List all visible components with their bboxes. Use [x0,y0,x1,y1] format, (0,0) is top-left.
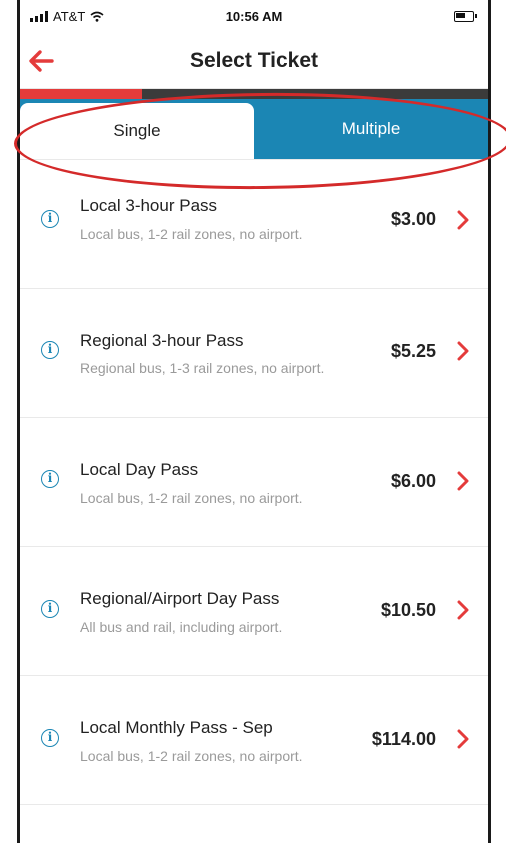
ticket-price: $114.00 [371,729,436,749]
ticket-item-local-3-hour[interactable]: i Local 3-hour Pass Local bus, 1-2 rail … [20,160,488,289]
ticket-item-regional-airport-day[interactable]: i Regional/Airport Day Pass All bus and … [20,547,488,676]
ticket-name: Local Day Pass [80,460,199,479]
info-icon[interactable]: i [41,341,59,359]
phone-frame: AT&T 10:56 AM Select Ticket Single Multi… [17,0,491,843]
ticket-description: Local bus, 1-2 rail zones, no airport. [80,226,303,242]
battery-icon [454,11,477,22]
ticket-description: Regional bus, 1-3 rail zones, no airport… [80,360,325,376]
ticket-name: Regional 3-hour Pass [80,331,244,350]
ticket-name: Regional/Airport Day Pass [80,589,280,608]
status-time: 10:56 AM [225,9,283,24]
ticket-item-regional-3-hour[interactable]: i Regional 3-hour Pass Regional bus, 1-3… [20,289,488,418]
ticket-description: All bus and rail, including airport. [80,619,283,635]
ticket-item-local-monthly[interactable]: i Local Monthly Pass - Sep Local bus, 1-… [20,676,488,805]
ticket-price: $10.50 [380,600,436,620]
chevron-right-icon [457,341,469,361]
chevron-right-icon [457,210,469,230]
info-icon[interactable]: i [41,210,59,228]
ticket-name: Local Monthly Pass - Sep [80,718,273,737]
progress-bar [20,89,488,99]
ticket-price: $5.25 [390,341,436,361]
ticket-description: Local bus, 1-2 rail zones, no airport. [80,748,303,764]
tab-single[interactable]: Single [20,103,254,159]
ticket-list: i Local 3-hour Pass Local bus, 1-2 rail … [20,159,488,805]
ticket-type-tabs: Single Multiple [20,99,488,159]
info-icon[interactable]: i [41,729,59,747]
info-icon[interactable]: i [41,470,59,488]
info-icon[interactable]: i [41,600,59,618]
ticket-name: Local 3-hour Pass [80,196,218,215]
chevron-right-icon [457,471,469,491]
chevron-right-icon [457,729,469,749]
ticket-price: $3.00 [390,209,436,229]
ticket-description: Local bus, 1-2 rail zones, no airport. [80,490,303,506]
ticket-price: $6.00 [390,471,436,491]
ticket-item-local-day[interactable]: i Local Day Pass Local bus, 1-2 rail zon… [20,418,488,547]
status-bar: AT&T 10:56 AM [20,0,488,34]
chevron-right-icon [457,600,469,620]
progress-fill [20,89,142,99]
tab-multiple[interactable]: Multiple [254,99,488,159]
nav-bar: Select Ticket [20,34,488,89]
page-title: Select Ticket [189,49,319,72]
